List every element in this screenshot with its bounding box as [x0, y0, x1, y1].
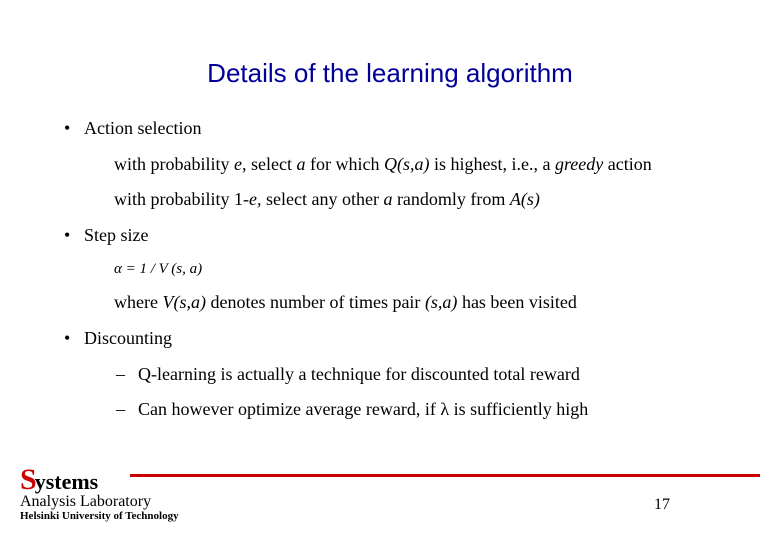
bullet-action-selection: Action selection: [60, 118, 740, 140]
bullet-step-size: Step size: [60, 225, 740, 247]
var-vsa: V(s,a): [162, 292, 206, 312]
var-e: e: [234, 154, 242, 174]
text: Can however optimize average reward, if: [138, 399, 440, 419]
discounting-line1: Q-learning is actually a technique for d…: [60, 364, 740, 386]
text: , select: [242, 154, 296, 174]
text: denotes number of times pair: [206, 292, 425, 312]
footer-subtitle: Analysis Laboratory: [20, 493, 760, 511]
var-lambda: λ: [440, 399, 449, 419]
text: has been visited: [457, 292, 576, 312]
text: where: [114, 292, 162, 312]
text: for which: [305, 154, 383, 174]
footer: Systems Analysis Laboratory Helsinki Uni…: [20, 466, 760, 522]
action-selection-line2: with probability 1-e, select any other a…: [60, 189, 740, 211]
text: select any other: [261, 189, 383, 209]
footer-affiliation: Helsinki University of Technology: [20, 510, 760, 522]
text: is sufficiently high: [449, 399, 588, 419]
footer-logo-ystems: ystems: [35, 469, 99, 494]
step-size-formula: α = 1 / V (s, a): [60, 260, 740, 278]
var-as: A(s): [510, 189, 540, 209]
text: action: [603, 154, 651, 174]
discounting-line2: Can however optimize average reward, if …: [60, 399, 740, 421]
bullet-discounting: Discounting: [60, 328, 740, 350]
slide: Details of the learning algorithm Action…: [0, 0, 780, 540]
formula-text: α = 1 / V (s, a): [114, 261, 202, 277]
var-q: Q(s,a): [384, 154, 430, 174]
var-sa: (s,a): [425, 292, 458, 312]
footer-rule: [130, 474, 760, 477]
var-e2: e,: [249, 189, 262, 209]
text: with probability: [114, 154, 234, 174]
text: with probability 1-: [114, 189, 249, 209]
step-size-where: where V(s,a) denotes number of times pai…: [60, 292, 740, 314]
text: is highest, i.e., a: [429, 154, 554, 174]
slide-title: Details of the learning algorithm: [0, 58, 780, 89]
footer-logo-row: Systems: [20, 466, 760, 495]
page-number: 17: [654, 496, 670, 514]
slide-content: Action selection with probability e, sel…: [60, 118, 740, 435]
action-selection-line1: with probability e, select a for which Q…: [60, 154, 740, 176]
word-greedy: greedy: [555, 154, 603, 174]
text: randomly from: [392, 189, 509, 209]
